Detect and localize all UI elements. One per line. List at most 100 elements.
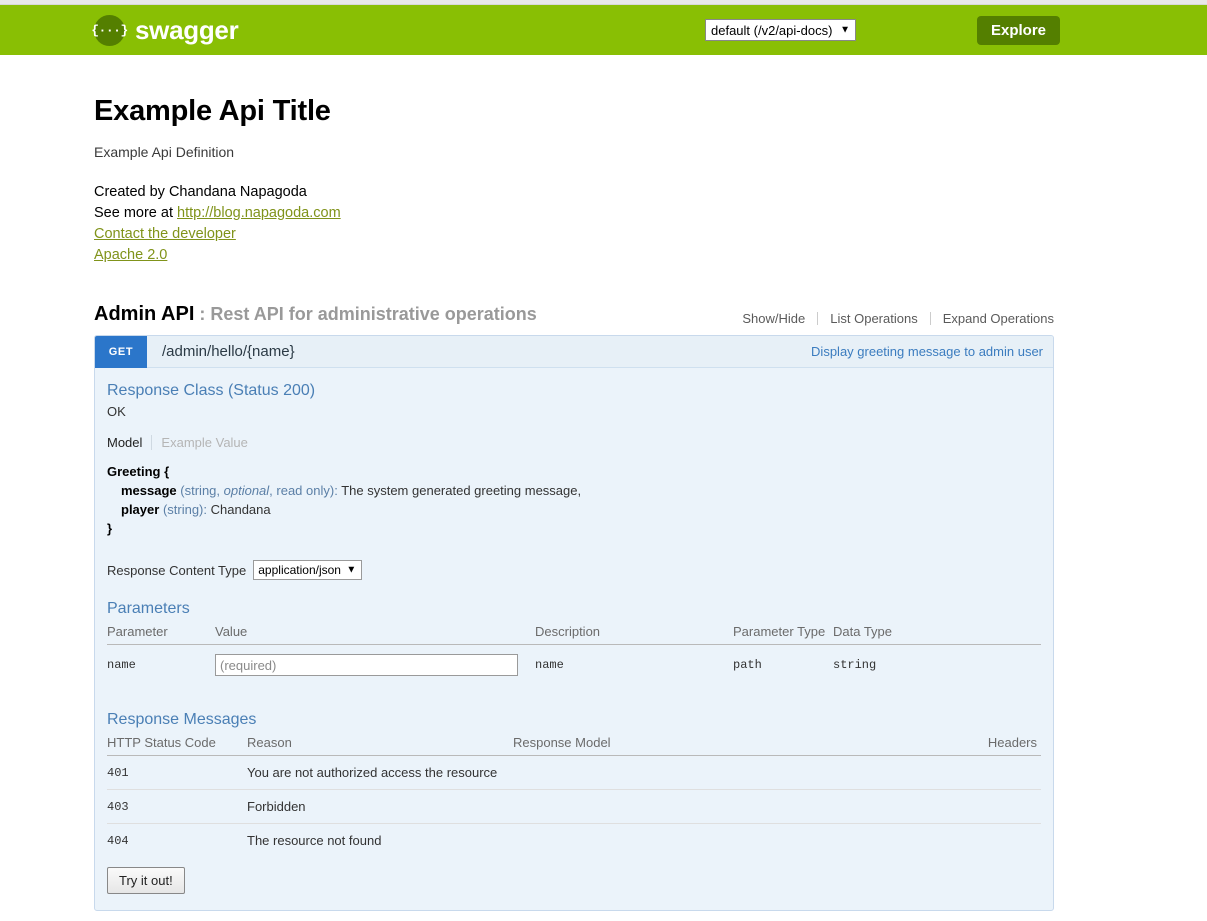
api-select-wrapper[interactable]: default (/v2/api-docs) ▼ [705,19,856,41]
resource-heading-admin: Admin API : Rest API for administrative … [94,303,1054,335]
reason-cell: You are not authorized access the resour… [247,756,513,790]
th-reason: Reason [247,733,513,756]
model-close-brace: } [107,519,1041,538]
model-property-optional: optional [220,483,269,498]
operation-summary[interactable]: Display greeting message to admin user [811,344,1043,359]
param-value-input[interactable] [215,654,518,676]
tab-example-value[interactable]: Example Value [161,435,247,450]
tab-model[interactable]: Model [107,435,142,450]
param-datatype-cell: string [833,645,1041,686]
response-content-type-label: Response Content Type [107,563,246,578]
see-more-prefix: See more at [94,205,177,221]
parameters-title[interactable]: Parameters [107,600,1041,618]
model-property-extra: , read only): [269,483,341,498]
table-row: name name path string [107,645,1041,686]
brand-name: swagger [135,15,238,46]
see-more-line: See more at http://blog.napagoda.com [94,203,1054,224]
section-spacer [94,911,1054,921]
license-line: Apache 2.0 [94,245,1054,266]
parameters-section: Parameters Parameter Value Description P… [107,600,1041,685]
response-model-cell [513,824,860,858]
status-code-cell: 404 [107,824,247,858]
model-property-message: message (string, optional, read only): T… [107,481,1041,500]
th-value: Value [215,622,535,645]
try-it-out-button[interactable]: Try it out! [107,867,185,894]
contact-line: Contact the developer [94,224,1054,245]
operation-content: Response Class (Status 200) OK Model Exa… [95,368,1053,910]
license-link[interactable]: Apache 2.0 [94,247,167,263]
page-title: Example Api Title [94,95,1054,128]
parameters-table-header-row: Parameter Value Description Parameter Ty… [107,622,1041,645]
param-description-cell: name [535,645,733,686]
response-messages-table: HTTP Status Code Reason Response Model H… [107,733,1041,857]
response-model-cell [513,790,860,824]
list-operations-link-admin[interactable]: List Operations [818,311,929,326]
api-description: Example Api Definition [94,144,1054,160]
response-messages-section: Response Messages HTTP Status Code Reaso… [107,711,1041,894]
parameters-table: Parameter Value Description Parameter Ty… [107,622,1041,685]
response-status-text: OK [107,404,1041,419]
th-http-status-code: HTTP Status Code [107,733,247,756]
swagger-logo-icon: {···} [94,15,125,46]
table-row: 404 The resource not found [107,824,1041,858]
http-method-badge[interactable]: GET [95,336,147,368]
model-open-brace: Greeting { [107,462,1041,481]
model-tabs: Model Example Value [107,435,1041,450]
model-property-desc: The system generated greeting message, [341,483,581,498]
model-property-desc: Chandana [211,502,271,517]
operation-header-row[interactable]: GET /admin/hello/{name} Display greeting… [95,336,1053,368]
response-content-type-select[interactable]: application/json [253,560,362,580]
model-property-player: player (string): Chandana [107,500,1041,519]
resource-description-admin: Rest API for administrative operations [210,304,536,325]
table-row: 403 Forbidden [107,790,1041,824]
status-code-cell: 401 [107,756,247,790]
resource-op-links-admin: Show/Hide List Operations Expand Operati… [730,311,1054,326]
blog-link[interactable]: http://blog.napagoda.com [177,205,341,221]
tab-divider [151,435,152,450]
show-hide-link-admin[interactable]: Show/Hide [730,311,817,326]
param-value-cell [215,645,535,686]
model-property-type: (string, [180,483,220,498]
response-content-type-row: Response Content Type application/json ▼ [107,560,1041,580]
param-type-cell: path [733,645,833,686]
model-property-type: (string) [163,502,203,517]
th-description: Description [535,622,733,645]
header-controls: default (/v2/api-docs) ▼ Explore [705,16,1060,45]
model-property-extra: : [203,502,210,517]
model-property-name: message [121,483,177,498]
response-messages-title[interactable]: Response Messages [107,711,1041,729]
response-model-cell [513,756,860,790]
operation-path[interactable]: /admin/hello/{name} [162,343,295,360]
created-by-line: Created by Chandana Napagoda [94,182,1054,203]
th-response-model: Response Model [513,733,860,756]
contact-developer-link[interactable]: Contact the developer [94,226,236,242]
headers-cell [860,756,1041,790]
table-row: 401 You are not authorized access the re… [107,756,1041,790]
explore-button[interactable]: Explore [977,16,1060,45]
resource-name-admin[interactable]: Admin API [94,303,194,326]
th-data-type: Data Type [833,622,1041,645]
api-definition-select[interactable]: default (/v2/api-docs) [705,19,856,41]
api-info-section: Example Api Title Example Api Definition… [94,55,1054,265]
th-parameter: Parameter [107,622,215,645]
th-parameter-type: Parameter Type [733,622,833,645]
param-name-cell: name [107,645,215,686]
resource-separator-admin: : [199,304,205,325]
response-messages-header-row: HTTP Status Code Reason Response Model H… [107,733,1041,756]
expand-operations-link-admin[interactable]: Expand Operations [931,311,1054,326]
headers-cell [860,824,1041,858]
swagger-header-bar: {···} swagger default (/v2/api-docs) ▼ E… [0,5,1207,55]
response-content-type-wrapper[interactable]: application/json ▼ [253,560,362,580]
response-class-title[interactable]: Response Class (Status 200) [107,382,1041,400]
resource-admin-api: Admin API : Rest API for administrative … [94,303,1054,911]
page-body: Example Api Title Example Api Definition… [0,55,1207,921]
headers-cell [860,790,1041,824]
th-headers: Headers [860,733,1041,756]
reason-cell: Forbidden [247,790,513,824]
brand: {···} swagger [94,15,238,46]
status-code-cell: 403 [107,790,247,824]
model-signature: Greeting { message (string, optional, re… [107,462,1041,538]
reason-cell: The resource not found [247,824,513,858]
operation-get-admin-hello: GET /admin/hello/{name} Display greeting… [94,335,1054,911]
model-property-name: player [121,502,159,517]
